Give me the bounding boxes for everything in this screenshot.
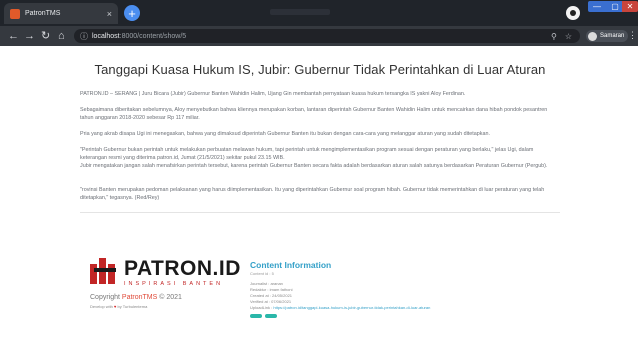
info-icon[interactable]: ⓘ: [80, 31, 88, 42]
star-icon[interactable]: ☆: [565, 32, 572, 41]
forward-arrow-icon[interactable]: →: [24, 29, 35, 43]
tag-badge[interactable]: [265, 314, 277, 318]
article-paragraph: Sebagaimana diberitakan sebelumnya, Aloy…: [80, 107, 548, 121]
home-icon[interactable]: ⌂: [58, 29, 65, 43]
logo-tagline: INSPIRASI BANTEN: [124, 281, 224, 287]
new-tab-button[interactable]: +: [124, 5, 140, 21]
article-paragraph: Pria yang akrab disapa Ugi ini menegaska…: [80, 131, 490, 137]
minimize-button[interactable]: —: [588, 1, 606, 12]
logo-name: PATRON.ID: [124, 257, 241, 280]
developed-by: Develop with ♥ by Turbulentema: [90, 304, 148, 309]
browser-toolbar: ← → ↻ ⌂ ⓘ localhost:8000/content/show/5 …: [0, 26, 638, 46]
address-bar[interactable]: ⓘ localhost:8000/content/show/5 ⚲ ☆: [74, 29, 580, 43]
browser-titlebar: PatronTMS × + — ▢ ✕: [0, 0, 638, 26]
content-info-title: Content Information: [250, 260, 332, 270]
site-logo[interactable]: PATRON.ID INSPIRASI BANTEN: [90, 258, 241, 287]
close-window-button[interactable]: ✕: [622, 1, 638, 12]
article-paragraph: "Perintah Gubernur bukan perintah untuk …: [80, 147, 548, 169]
favicon-icon: [10, 8, 20, 19]
browser-tab[interactable]: PatronTMS ×: [4, 3, 118, 24]
tag-badge[interactable]: [250, 314, 262, 318]
tab-title: PatronTMS: [25, 10, 61, 17]
avatar: [588, 31, 597, 41]
kebab-menu-icon[interactable]: ⋮: [628, 30, 637, 41]
article-paragraph: "rovinsi Banten merupakan pedoman pelaks…: [80, 187, 545, 201]
reload-icon[interactable]: ↻: [41, 29, 50, 43]
logo-mark-icon: [90, 258, 116, 284]
content-id: Content id : 5: [250, 271, 274, 276]
divider: [80, 212, 560, 213]
article-paragraph: PATRON.ID – SERANG | Juru Bicara (Jubir)…: [80, 91, 466, 97]
window-title-blur: [270, 9, 330, 15]
profile-button[interactable]: Samaran: [586, 30, 629, 42]
content-information: Content Information Content id : 5 Journ…: [250, 260, 450, 318]
footer: PATRON.ID INSPIRASI BANTEN Copyright Pat…: [90, 258, 550, 338]
extension-icon[interactable]: [566, 6, 580, 20]
upload-link[interactable]: https://patron.id/tanggapi-kuasa-hukum-i…: [273, 305, 430, 310]
page-title: Tanggapi Kuasa Hukum IS, Jubir: Gubernur…: [94, 62, 546, 77]
profile-name: Samaran: [600, 33, 625, 39]
copyright-link[interactable]: PatronTMS: [122, 294, 157, 301]
zoom-icon[interactable]: ⚲: [551, 32, 557, 41]
article: Tanggapi Kuasa Hukum IS, Jubir: Gubernur…: [80, 46, 560, 213]
url-text[interactable]: localhost:8000/content/show/5: [92, 33, 186, 40]
info-url: UploadLink : https://patron.id/tanggapi-…: [250, 305, 431, 310]
tab-close-icon[interactable]: ×: [107, 9, 112, 19]
copyright: Copyright PatronTMS © 2021: [90, 294, 182, 301]
back-arrow-icon[interactable]: ←: [8, 29, 19, 43]
